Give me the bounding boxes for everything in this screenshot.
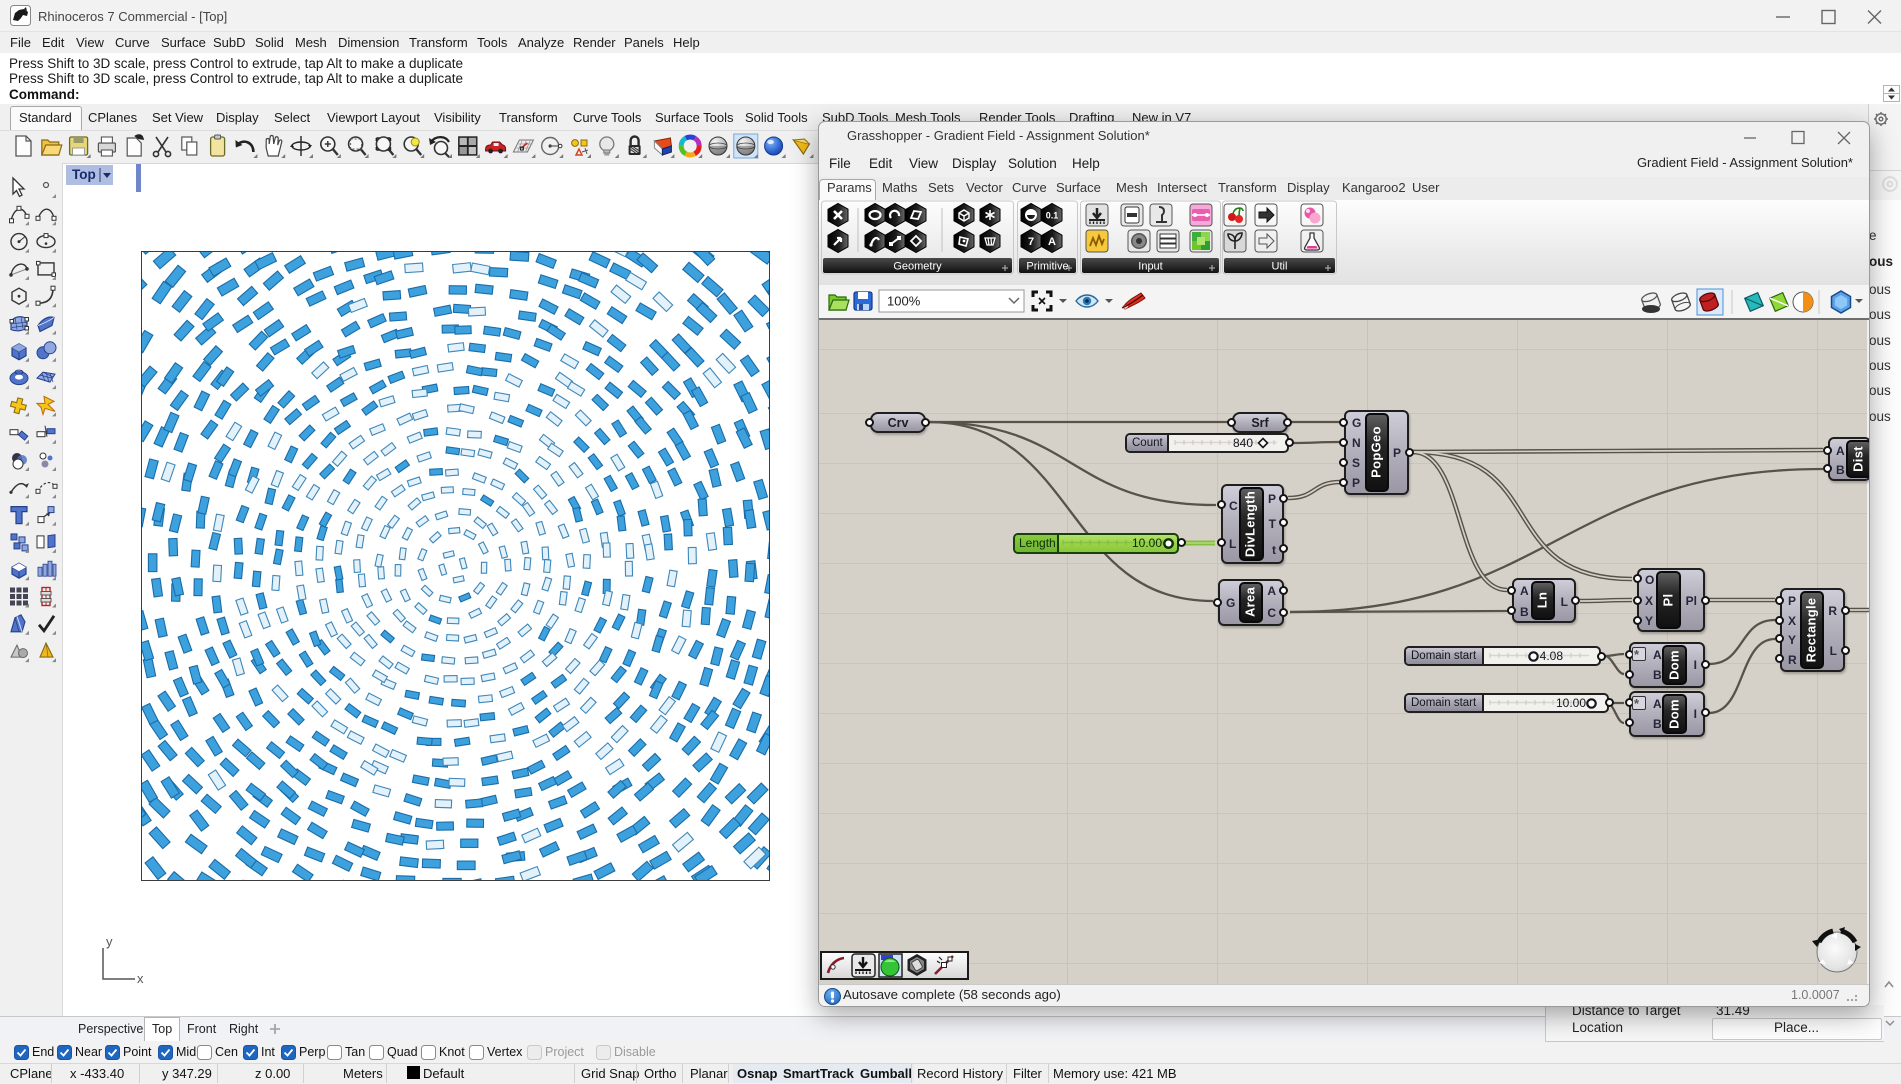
svg-text:Primitive: Primitive	[1026, 261, 1068, 273]
svg-text:Input: Input	[1138, 261, 1162, 273]
svg-text:0.1: 0.1	[1046, 211, 1059, 221]
svg-text:x: x	[137, 971, 144, 986]
svg-text:100%: 100%	[887, 294, 921, 309]
svg-text:7: 7	[1028, 236, 1034, 248]
svg-text:Geometry: Geometry	[893, 261, 942, 273]
svg-text:A: A	[1048, 236, 1056, 248]
svg-text:y: y	[106, 934, 113, 949]
svg-text:Util: Util	[1272, 261, 1288, 273]
